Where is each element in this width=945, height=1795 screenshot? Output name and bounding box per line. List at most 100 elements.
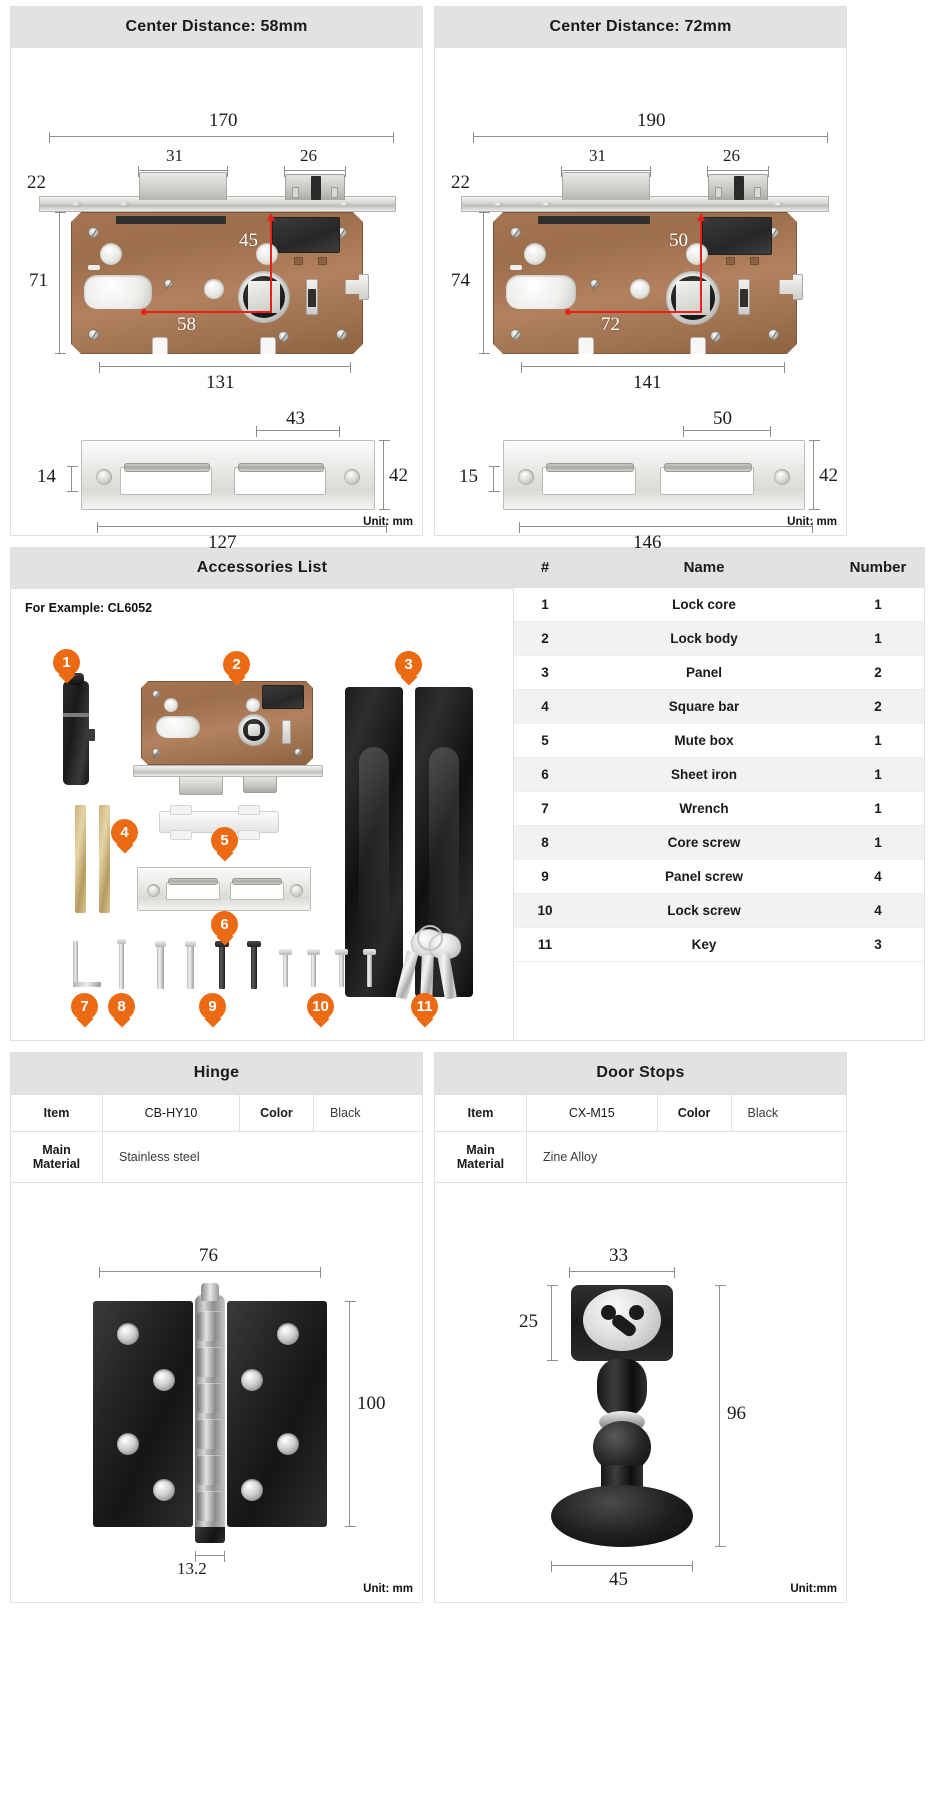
panel-screw-item [251,945,257,989]
marker-6: 6 [211,911,238,938]
door-stops-panel: Door Stops Item CX-M15 Color Black Main … [434,1052,848,1603]
marker-8: 8 [108,993,135,1020]
hinge-drawing: 76 100 13.2 Unit: mm [10,1183,423,1603]
panel-screw-item [187,945,194,989]
door-stops-spec-table: Item CX-M15 Color Black Main Material Zi… [434,1094,848,1183]
row-number: 3 [832,927,924,962]
row-id: 10 [514,893,576,928]
cylinder-ring [666,271,720,325]
dim-26b: 26 [723,146,740,165]
hinge-knuckle-segment [197,1383,223,1413]
dim-line-131 [99,362,351,373]
case-screw [88,227,99,238]
hinge-color-value: Black [312,1094,424,1132]
hinge-screw-hole [117,1433,139,1455]
panel-screw-item [219,945,225,989]
lock-screw-head [279,949,292,955]
case-screw [152,748,160,756]
dim-42b: 42 [819,465,838,486]
spec-sheet: Center Distance: 58mm 170 31 26 22 71 13… [0,0,945,1613]
mute-box-nub [238,830,260,840]
row-id: 11 [514,927,576,962]
row-number: 4 [832,893,924,928]
marker-1: 1 [53,649,80,676]
hinge-screw-hole [241,1369,263,1391]
dim-line-31 [138,166,228,177]
deadbolt-slot [311,176,321,200]
ds-item-value: CX-M15 [526,1094,658,1132]
case-strip-dark [308,289,316,307]
marker-7: 7 [71,993,98,1020]
strike-tongue [124,463,210,472]
dim-190: 190 [637,110,666,131]
table-row: 3 Panel 2 [514,655,924,690]
case-notch [260,337,276,354]
marker-4: 4 [111,819,138,846]
row-id: 9 [514,859,576,894]
measure-58-horizontal [141,309,272,315]
measure-72-horizontal [565,309,702,315]
measure-50-label: 50 [669,230,688,251]
dim-line-127 [97,522,387,533]
case-screw [590,279,599,288]
mute-box-nub [238,805,260,815]
example-model-label: For Example: CL6052 [25,601,153,615]
hinge-knuckle-segment [197,1347,223,1377]
case-detail [318,257,327,265]
dim-76: 76 [199,1245,218,1266]
dim-127: 127 [208,532,237,553]
dim-line-190 [473,132,828,143]
dim-22b: 22 [451,172,470,193]
wrench-arm [73,982,101,987]
mute-box-nub [170,805,192,815]
lock-screw-head [335,949,348,955]
panel-72-drawing: 190 31 26 22 74 141 50 72 50 42 15 146 U… [435,48,846,553]
keyway-cutout [506,275,576,309]
row-name: Square bar [576,689,832,724]
row-id: 3 [514,655,576,690]
dim-line-100 [345,1301,356,1527]
keyway-cutout [156,716,200,738]
hinge-screw-hole [241,1479,263,1501]
faceplate-screw [72,202,81,207]
accessories-table-panel: # Name Number 1 Lock core 1 2 Lock body … [513,547,925,1041]
case-hole [630,279,650,299]
faceplate-screw [340,202,349,207]
dim-line-26b [707,166,769,177]
case-screw [88,329,99,340]
latch-bolt [139,172,227,200]
hinge-pin [201,1283,219,1301]
table-row: 7 Wrench 1 [514,791,924,826]
row-name: Mute box [576,723,832,758]
arrow-head [697,213,705,221]
hinge-item-label: Item [10,1094,103,1132]
hinge-title: Hinge [10,1052,423,1094]
dim-96: 96 [727,1403,746,1424]
wrench-item [73,941,78,987]
marker-3: 3 [395,651,422,678]
cylinder-core-square [248,281,280,313]
case-screw [710,331,721,342]
core-screw-item [119,941,124,989]
hinge-color-label: Color [238,1094,314,1132]
dim-line-42 [379,440,390,510]
accessories-table: # Name Number 1 Lock core 1 2 Lock body … [514,548,924,962]
row-id: 8 [514,825,576,860]
panel-screw-head [247,941,261,947]
dim-131: 131 [206,372,235,393]
case-strip-dark [740,289,748,307]
dim-line-76 [99,1267,321,1278]
case-top-slot [538,216,650,224]
hinge-knuckle-segment [197,1491,223,1521]
dim-45: 45 [609,1569,628,1590]
ds-color-label: Color [656,1094,732,1132]
panel-72-title: Center Distance: 72mm [435,7,846,48]
lock-body-item [141,681,313,765]
strike-plate [503,440,805,510]
strike-screw-hole [290,884,303,897]
hinge-screw-hole [117,1323,139,1345]
dim-26: 26 [300,146,317,165]
table-row: 11 Key 3 [514,927,924,962]
faceplate-screw [542,202,551,207]
case-notch [578,337,594,354]
